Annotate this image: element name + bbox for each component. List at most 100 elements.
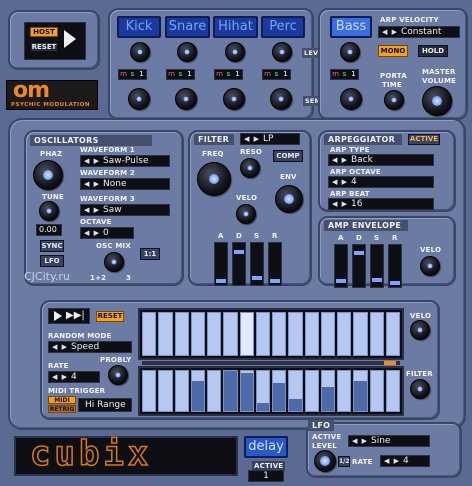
tab-hihat[interactable]: Hihat xyxy=(213,16,258,38)
filter-s-slider[interactable] xyxy=(250,242,264,286)
host-reset-button[interactable]: RESET xyxy=(30,42,58,52)
tune-knob[interactable] xyxy=(39,201,59,221)
filter-step[interactable] xyxy=(207,370,222,412)
delay-button[interactable]: delay xyxy=(244,436,288,458)
mono-button[interactable]: MONO xyxy=(378,45,408,57)
filter-step[interactable] xyxy=(320,370,335,412)
velocity-step[interactable] xyxy=(337,312,352,356)
arp-beat-select[interactable]: ◀ ▶ 16 xyxy=(328,198,434,210)
hold-button[interactable]: HOLD xyxy=(418,45,448,57)
filter-s-thumb[interactable] xyxy=(252,276,262,280)
midi-button[interactable]: MIDI xyxy=(48,396,76,404)
seq-velo-knob[interactable] xyxy=(410,320,430,340)
octave-select[interactable]: ◀ ▶ 0 xyxy=(80,227,134,239)
velocity-step[interactable] xyxy=(142,312,157,356)
amp-a-slider[interactable] xyxy=(334,244,348,288)
osc-mix-knob[interactable] xyxy=(104,252,124,272)
filter-step[interactable] xyxy=(272,370,287,412)
velocity-step[interactable] xyxy=(272,312,287,356)
arp-velocity-select[interactable]: ◀ ▶ Constant xyxy=(378,26,460,38)
amp-a-thumb[interactable] xyxy=(336,279,346,283)
arp-octave-select[interactable]: ◀ ▶ 4 xyxy=(328,176,434,188)
velocity-step[interactable] xyxy=(353,312,368,356)
porta-time-knob[interactable] xyxy=(384,90,404,110)
perc-mute-solo[interactable]: ms1 xyxy=(262,69,291,80)
phaz-knob[interactable] xyxy=(33,160,63,190)
velocity-step[interactable] xyxy=(223,312,238,356)
filter-step[interactable] xyxy=(255,370,270,412)
host-button[interactable]: HOST xyxy=(30,27,58,37)
perc-send-knob[interactable] xyxy=(270,88,292,110)
play-icon[interactable] xyxy=(54,311,62,321)
lfo-level-knob[interactable] xyxy=(314,450,336,472)
perc-level-knob[interactable] xyxy=(272,42,292,62)
velocity-step[interactable] xyxy=(207,312,222,356)
velocity-step-grid[interactable] xyxy=(138,308,404,360)
probly-knob[interactable] xyxy=(108,365,128,385)
filter-step[interactable] xyxy=(223,370,238,412)
velocity-step[interactable] xyxy=(239,312,254,356)
tab-bass[interactable]: Bass xyxy=(330,16,372,38)
snare-send-knob[interactable] xyxy=(175,88,197,110)
lfo-half-button[interactable]: 1/2 xyxy=(338,456,350,467)
kick-mute-solo[interactable]: ms1 xyxy=(118,69,147,80)
filter-step[interactable] xyxy=(385,370,400,412)
filter-step[interactable] xyxy=(288,370,303,412)
waveform2-select[interactable]: ◀ ▶ None xyxy=(80,178,170,190)
waveform1-select[interactable]: ◀ ▶ Saw-Pulse xyxy=(80,155,170,167)
hihat-mute-solo[interactable]: ms1 xyxy=(214,69,243,80)
retrig-button[interactable]: RETRIG xyxy=(48,405,76,413)
ratio-button[interactable]: 1:1 xyxy=(140,248,160,260)
velocity-step[interactable] xyxy=(385,312,400,356)
filter-step[interactable] xyxy=(369,370,384,412)
filter-r-thumb[interactable] xyxy=(270,279,280,283)
amp-d-slider[interactable] xyxy=(352,244,366,288)
filter-r-slider[interactable] xyxy=(268,242,282,286)
waveform3-select[interactable]: ◀ ▶ Saw xyxy=(80,204,170,216)
amp-velo-knob[interactable] xyxy=(420,256,440,276)
filter-d-thumb[interactable] xyxy=(234,250,244,254)
lfo-rate-select[interactable]: ◀ ▶ 4 xyxy=(380,455,430,467)
arp-active-button[interactable]: ACTIVE xyxy=(408,134,440,145)
velocity-step[interactable] xyxy=(369,312,384,356)
seq-rate-select[interactable]: ◀ ▶ 4 xyxy=(48,371,100,383)
snare-level-knob[interactable] xyxy=(177,42,197,62)
velocity-step[interactable] xyxy=(190,312,205,356)
amp-d-thumb[interactable] xyxy=(354,251,364,255)
seq-filter-knob[interactable] xyxy=(410,379,430,399)
filter-type-select[interactable]: ◀ ▶ LP xyxy=(240,133,300,145)
trigger-mode-select[interactable]: Hi Range xyxy=(78,398,132,412)
hihat-send-knob[interactable] xyxy=(223,88,245,110)
filter-step[interactable] xyxy=(304,370,319,412)
tab-perc[interactable]: Perc xyxy=(261,16,305,38)
velocity-step[interactable] xyxy=(320,312,335,356)
seq-reset-button[interactable]: RESET xyxy=(96,311,124,322)
filter-step[interactable] xyxy=(239,370,254,412)
comp-button[interactable]: COMP xyxy=(273,150,303,162)
tab-kick[interactable]: Kick xyxy=(117,16,161,38)
lfo-button[interactable]: LFO xyxy=(40,255,64,267)
env-knob[interactable] xyxy=(275,185,303,213)
amp-s-thumb[interactable] xyxy=(372,278,382,282)
bass-send-knob[interactable] xyxy=(340,88,362,110)
velocity-step[interactable] xyxy=(255,312,270,356)
hihat-level-knob[interactable] xyxy=(225,42,245,62)
skip-forward-icon[interactable]: ▶▶| xyxy=(66,311,85,321)
bass-mute-solo[interactable]: ms1 xyxy=(330,69,359,80)
velocity-step[interactable] xyxy=(158,312,173,356)
velocity-step[interactable] xyxy=(304,312,319,356)
bass-level-knob[interactable] xyxy=(340,42,360,62)
filter-step[interactable] xyxy=(353,370,368,412)
host-play-icon[interactable] xyxy=(64,30,76,48)
reso-knob[interactable] xyxy=(240,158,260,178)
snare-mute-solo[interactable]: ms1 xyxy=(166,69,195,80)
filter-step[interactable] xyxy=(174,370,189,412)
filter-step[interactable] xyxy=(337,370,352,412)
random-mode-select[interactable]: ◀ ▶ Speed xyxy=(48,341,132,353)
velocity-step[interactable] xyxy=(174,312,189,356)
filter-step[interactable] xyxy=(142,370,157,412)
filter-velo-knob[interactable] xyxy=(236,204,256,224)
filter-step[interactable] xyxy=(190,370,205,412)
velocity-step[interactable] xyxy=(288,312,303,356)
freq-knob[interactable] xyxy=(197,162,231,196)
